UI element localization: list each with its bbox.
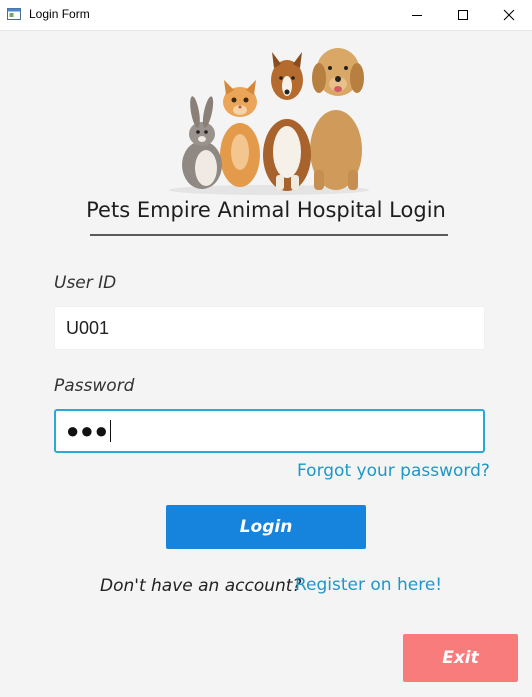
pets-group-image <box>169 48 369 195</box>
minimize-icon <box>412 15 422 16</box>
cat-orange <box>220 80 260 187</box>
maximize-icon <box>458 10 468 20</box>
window-titlebar: Login Form <box>0 0 532 31</box>
minimize-button[interactable] <box>394 0 440 30</box>
text-caret <box>109 420 112 442</box>
page-title: Pets Empire Animal Hospital Login <box>86 198 446 222</box>
close-button[interactable] <box>486 0 532 30</box>
user-id-value: U001 <box>66 317 110 338</box>
title-underline <box>90 234 448 236</box>
dog-golden-retriever <box>310 48 364 190</box>
exit-button-label: Exit <box>442 648 479 668</box>
exit-button[interactable]: Exit <box>403 634 518 682</box>
window-title: Login Form <box>29 7 90 21</box>
password-label: Password <box>54 376 135 396</box>
app-window-icon <box>7 8 21 20</box>
forgot-password-link[interactable]: Forgot your password? <box>297 461 490 481</box>
password-masked-value: ●●● <box>66 418 109 443</box>
close-icon <box>503 9 515 21</box>
rabbit <box>182 96 222 189</box>
register-link[interactable]: Register on here! <box>295 575 442 595</box>
password-input[interactable]: ●●● <box>54 409 485 453</box>
user-id-input[interactable]: U001 <box>54 306 485 350</box>
user-id-label: User ID <box>54 273 117 293</box>
login-button[interactable]: Login <box>166 505 366 549</box>
dog-sheltie <box>263 52 311 191</box>
login-button-label: Login <box>239 517 293 537</box>
no-account-text: Don't have an account? <box>100 576 302 596</box>
maximize-button[interactable] <box>440 0 486 30</box>
